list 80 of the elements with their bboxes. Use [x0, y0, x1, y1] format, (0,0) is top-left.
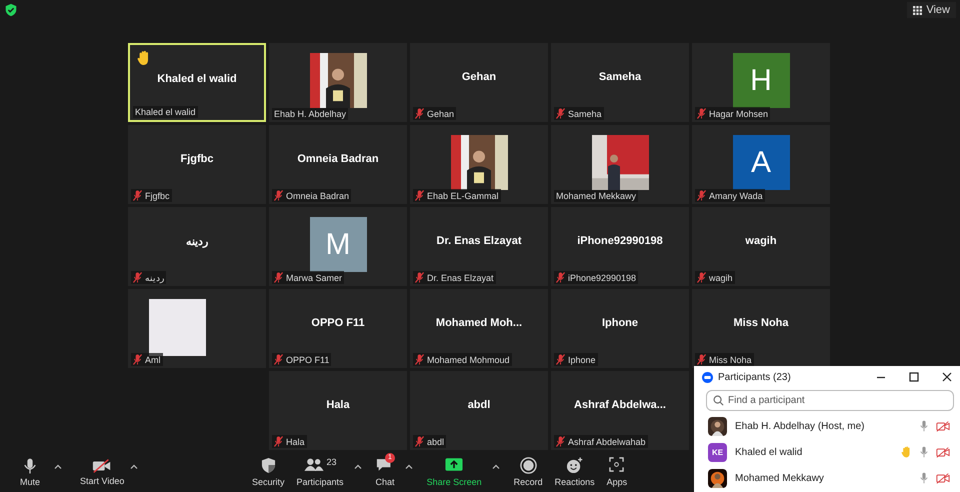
- participant-name: Fjgfbc: [180, 153, 214, 165]
- participant-name: Ashraf Abdelwa...: [574, 399, 666, 411]
- participant-label: Hala: [286, 436, 305, 446]
- maximize-icon[interactable]: [909, 372, 919, 382]
- caret-icon[interactable]: [130, 464, 138, 468]
- share-button[interactable]: Share Screen: [424, 456, 484, 488]
- people-icon: [304, 456, 324, 472]
- participant-name: Sameha: [598, 71, 642, 83]
- panel-title: Participants (23): [718, 372, 792, 382]
- participant-name: Miss Noha: [733, 317, 788, 329]
- participant-label: Amany Wada: [709, 190, 763, 200]
- participant-name: Gehan: [462, 71, 496, 83]
- participant-label: Sameha: [568, 108, 602, 118]
- participant-row[interactable]: Mohamed Mekkawy: [694, 465, 960, 491]
- caret-icon[interactable]: [492, 464, 500, 468]
- record-icon: [520, 456, 537, 474]
- close-icon[interactable]: [942, 372, 952, 382]
- participant-label: Ashraf Abdelwahab: [568, 436, 646, 446]
- participant-name: wagih: [745, 235, 777, 247]
- participant-label: Marwa Samer: [286, 272, 342, 282]
- participant-label: Khaled el walid: [135, 107, 196, 117]
- participant-name: OPPO F11: [311, 317, 365, 329]
- video-off-icon: [92, 458, 112, 474]
- caret-icon[interactable]: [54, 464, 62, 468]
- grid-icon: [913, 6, 922, 14]
- participant-label: Gehan: [427, 108, 454, 118]
- participant-label: Mohamed Mekkawy: [556, 191, 636, 201]
- mute-button[interactable]: Mute: [10, 456, 50, 488]
- participant-label: iPhone92990198: [568, 272, 636, 282]
- participant-label: ردينه: [145, 272, 164, 282]
- participant-label: Mohamed Mohmoud: [427, 354, 510, 364]
- avatar-letter: H: [732, 53, 790, 108]
- participant-name: Mohamed Moh...: [436, 317, 522, 329]
- participant-name: Khaled el walid: [157, 73, 237, 85]
- participant-label: Miss Noha: [709, 354, 752, 364]
- participant-name: Khaled el walid: [735, 446, 804, 458]
- shield-icon: [260, 456, 276, 474]
- reactions-button[interactable]: Reactions: [552, 456, 597, 488]
- participant-name: abdl: [468, 399, 490, 411]
- participant-name: iPhone92990198: [577, 235, 663, 247]
- participant-row[interactable]: Ehab H. Abdelhay (Host, me): [694, 413, 960, 439]
- participant-name: Dr. Enas Elzayat: [436, 235, 522, 247]
- blank-image: [148, 299, 206, 356]
- caret-icon[interactable]: [354, 464, 362, 468]
- participant-name: Hala: [326, 399, 350, 411]
- participant-name: Omneia Badran: [297, 153, 379, 165]
- apps-icon: [609, 456, 624, 472]
- smiley-icon: [566, 456, 584, 474]
- participant-name: ردينه: [186, 235, 208, 248]
- avatar-initials: KE: [708, 442, 727, 462]
- record-button[interactable]: Record: [512, 456, 545, 488]
- participant-label: Aml: [145, 354, 160, 364]
- share-screen-icon: [445, 456, 464, 472]
- participant-label: Ehab H. Abdelhay: [274, 109, 346, 119]
- mic-icon: [23, 456, 37, 474]
- avatar-letter: A: [732, 135, 790, 190]
- participant-row[interactable]: KE Khaled el walid: [694, 439, 960, 465]
- participant-name: Ehab H. Abdelhay (Host, me): [735, 420, 866, 432]
- app-logo-icon: [702, 372, 713, 382]
- participant-label: Dr. Enas Elzayat: [427, 272, 494, 282]
- participant-name: Mohamed Mekkawy: [735, 472, 825, 484]
- start-video-button[interactable]: Start Video: [78, 458, 126, 486]
- participant-name: Iphone: [602, 317, 638, 329]
- view-button[interactable]: View: [907, 2, 956, 18]
- participant-label: Omneia Badran: [286, 190, 350, 200]
- participant-label: wagih: [709, 272, 733, 282]
- caret-icon[interactable]: [404, 464, 413, 468]
- search-field[interactable]: Find a participant: [706, 390, 954, 411]
- participant-label: Hagar Mohsen: [709, 108, 768, 118]
- security-shield-icon: [4, 3, 18, 17]
- participant-label: Fjgfbc: [145, 190, 170, 200]
- participant-label: abdl: [427, 436, 444, 446]
- participant-label: Iphone: [568, 354, 596, 364]
- apps-button[interactable]: Apps: [604, 456, 630, 488]
- participants-button[interactable]: 23 Participants: [294, 456, 346, 488]
- participant-label: OPPO F11: [286, 354, 330, 364]
- avatar-letter: M: [310, 217, 366, 272]
- participant-label: Ehab EL-Gammal: [427, 190, 499, 200]
- search-icon: [713, 395, 724, 406]
- security-button[interactable]: Security: [250, 456, 287, 488]
